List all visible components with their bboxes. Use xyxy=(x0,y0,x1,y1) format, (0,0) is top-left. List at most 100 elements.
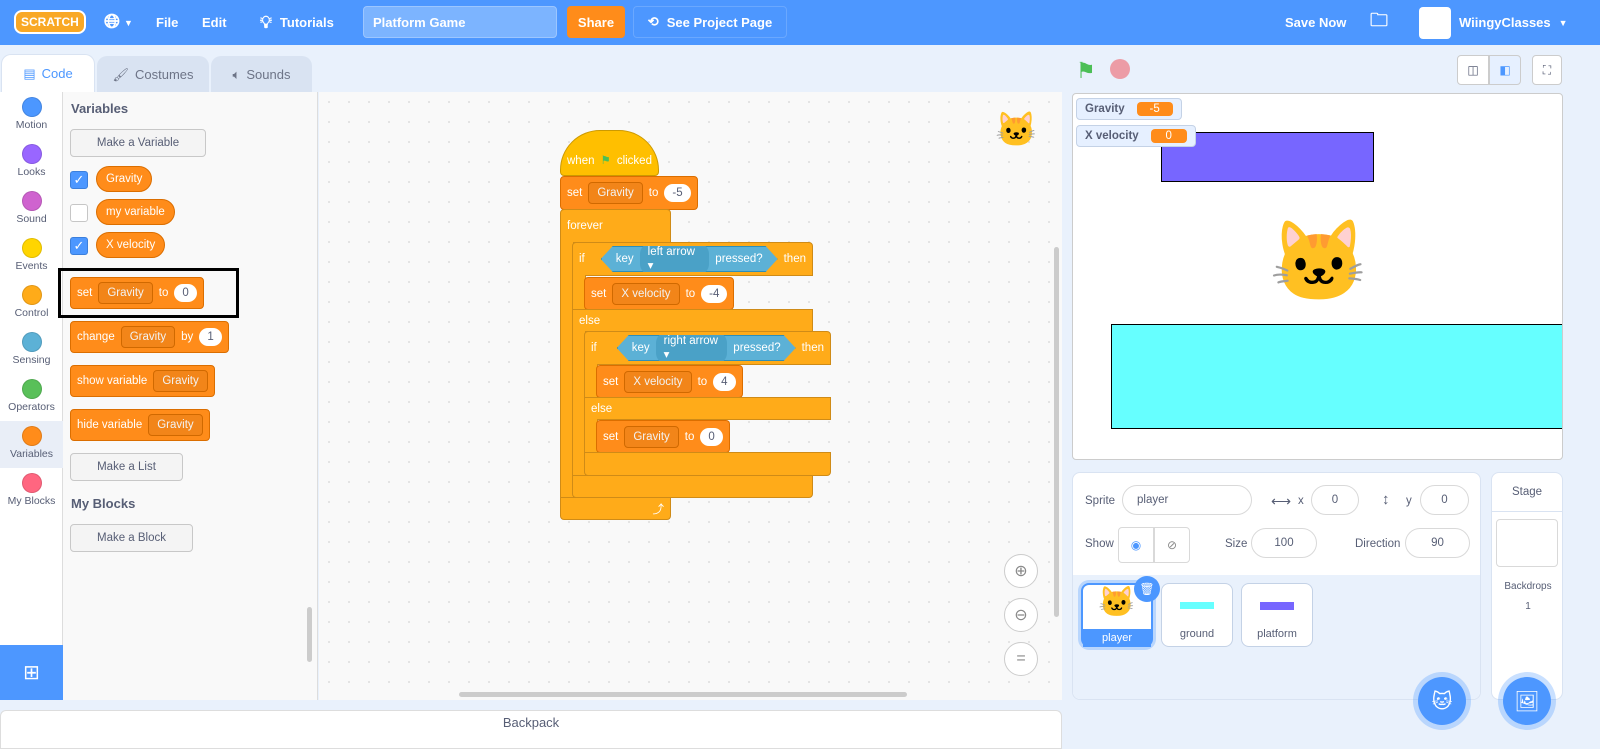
scratch-logo[interactable]: SCRATCH xyxy=(14,10,86,34)
if-else-block[interactable]: if key right arrow ▾ pressed? then xyxy=(584,331,831,365)
variable-my-variable[interactable]: my variable xyxy=(96,199,175,225)
category-looks[interactable]: Looks xyxy=(0,139,63,186)
size-input[interactable]: 100 xyxy=(1251,528,1317,558)
forever-block[interactable]: forever xyxy=(560,209,671,243)
choose-backdrop-button[interactable]: 🖼︎ xyxy=(1503,677,1551,725)
value-input[interactable]: 4 xyxy=(713,372,736,391)
stage-pane[interactable]: Stage Backdrops 1 xyxy=(1491,472,1563,700)
set-gravity-block[interactable]: set Gravity to 0 xyxy=(596,420,730,453)
delete-sprite-button[interactable]: 🗑︎ xyxy=(1134,576,1160,602)
fullscreen-button[interactable]: ⛶ xyxy=(1532,55,1562,85)
category-motion[interactable]: Motion xyxy=(0,92,63,139)
x-velocity-checkbox[interactable]: ✓ xyxy=(70,237,88,255)
variable-x-velocity[interactable]: X velocity xyxy=(96,232,166,258)
stop-button[interactable] xyxy=(1110,59,1130,79)
small-stage-button[interactable]: ◫ xyxy=(1457,55,1489,85)
variable-gravity[interactable]: Gravity xyxy=(96,166,153,192)
make-list-button[interactable]: Make a List xyxy=(70,453,183,481)
make-block-button[interactable]: Make a Block xyxy=(70,524,193,552)
variable-dropdown[interactable]: X velocity xyxy=(624,370,692,393)
variable-dropdown[interactable]: Gravity xyxy=(98,282,153,304)
value-input[interactable]: -5 xyxy=(664,184,691,202)
x-input[interactable]: 0 xyxy=(1311,485,1359,515)
block-text: forever xyxy=(567,220,603,232)
edit-menu[interactable]: Edit xyxy=(202,0,227,45)
gravity-checkbox[interactable]: ✓ xyxy=(70,171,88,189)
tutorials-button[interactable]: 💡︎ Tutorials xyxy=(260,0,334,45)
key-dropdown[interactable]: right arrow ▾ xyxy=(656,332,728,364)
else-arm: else xyxy=(572,309,813,332)
set-x-velocity-block[interactable]: set X velocity to 4 xyxy=(596,365,743,398)
variable-dropdown[interactable]: Gravity xyxy=(588,182,643,204)
category-sound[interactable]: Sound xyxy=(0,186,63,233)
category-dot-icon xyxy=(21,97,42,117)
vertical-scrollbar[interactable] xyxy=(1054,247,1059,617)
direction-input[interactable]: 90 xyxy=(1405,528,1470,558)
variable-dropdown[interactable]: Gravity xyxy=(120,326,176,348)
set-gravity-block[interactable]: set Gravity to -5 xyxy=(560,176,698,210)
show-sprite-button[interactable]: ◉ xyxy=(1118,527,1154,563)
key-pressed-block[interactable]: key right arrow ▾ pressed? xyxy=(617,335,796,361)
value-input[interactable]: 1 xyxy=(199,328,222,346)
category-my-blocks[interactable]: My Blocks xyxy=(0,468,63,515)
backpack[interactable]: Backpack xyxy=(0,710,1062,749)
value-input[interactable]: 0 xyxy=(174,284,197,302)
folder-icon[interactable]: 🗀 xyxy=(1370,0,1388,45)
value-input[interactable]: 0 xyxy=(700,427,723,446)
sprite-thumb-ground[interactable]: ground xyxy=(1161,583,1233,647)
backdrop-thumbnail[interactable] xyxy=(1496,519,1558,567)
category-control[interactable]: Control xyxy=(0,280,63,327)
category-variables[interactable]: Variables xyxy=(0,421,63,468)
if-else-block[interactable]: if key left arrow ▾ pressed? then xyxy=(572,242,813,276)
eye-icon: ◉ xyxy=(1130,538,1142,552)
sprite-thumb-platform[interactable]: platform xyxy=(1241,583,1313,647)
horizontal-scrollbar[interactable] xyxy=(459,692,907,697)
zoom-reset-button[interactable]: = xyxy=(1004,642,1038,676)
tab-code[interactable]: ▤ Code xyxy=(1,54,95,92)
player-sprite[interactable]: 🐱 xyxy=(1269,222,1369,302)
hide-variable-block[interactable]: hide variable Gravity xyxy=(70,409,210,441)
choose-sprite-button[interactable]: 🐱︎ xyxy=(1418,677,1466,725)
change-variable-block[interactable]: change Gravity by 1 xyxy=(70,321,229,353)
set-x-velocity-block[interactable]: set X velocity to -4 xyxy=(584,277,735,310)
category-sensing[interactable]: Sensing xyxy=(0,327,63,374)
stage-canvas[interactable]: 🐱 Gravity -5 X velocity 0 xyxy=(1072,93,1563,460)
share-button[interactable]: Share xyxy=(567,6,625,38)
key-dropdown[interactable]: left arrow ▾ xyxy=(640,243,710,275)
add-extension-button[interactable]: ⊞ xyxy=(0,645,63,700)
y-label: y xyxy=(1406,495,1412,507)
save-now-button[interactable]: Save Now xyxy=(1285,0,1346,45)
variable-dropdown[interactable]: Gravity xyxy=(148,414,203,436)
zoom-out-button[interactable]: ⊖ xyxy=(1004,598,1038,632)
make-variable-button[interactable]: Make a Variable xyxy=(70,129,206,157)
key-pressed-block[interactable]: key left arrow ▾ pressed? xyxy=(601,246,778,272)
tab-costumes[interactable]: 🖌︎ Costumes xyxy=(97,56,209,92)
show-variable-block[interactable]: show variable Gravity xyxy=(70,365,215,397)
zoom-in-button[interactable]: ⊕ xyxy=(1004,554,1038,588)
project-title-input[interactable] xyxy=(363,6,557,38)
palette-scrollbar[interactable] xyxy=(307,607,312,662)
category-operators[interactable]: Operators xyxy=(0,374,63,421)
my-variable-checkbox[interactable] xyxy=(70,204,88,222)
avatar xyxy=(1419,6,1451,39)
category-label: Events xyxy=(15,260,48,272)
file-menu[interactable]: File xyxy=(156,0,178,45)
green-flag-button[interactable]: ⚑ xyxy=(1076,58,1096,84)
hide-sprite-button[interactable]: ⊘ xyxy=(1154,527,1190,563)
account-menu[interactable]: WiingyClasses ▼ xyxy=(1419,0,1568,45)
category-events[interactable]: Events xyxy=(0,233,63,280)
value-input[interactable]: -4 xyxy=(701,284,728,303)
variable-dropdown[interactable]: Gravity xyxy=(624,425,679,448)
tab-sounds[interactable]: 🔈︎ Sounds xyxy=(211,56,312,92)
sprite-name-input[interactable] xyxy=(1122,485,1252,515)
monitor-gravity[interactable]: Gravity -5 xyxy=(1076,98,1182,120)
see-project-page-button[interactable]: ⟲ See Project Page xyxy=(633,6,787,38)
large-stage-button[interactable]: ◧ xyxy=(1489,55,1521,85)
variable-dropdown[interactable]: Gravity xyxy=(153,370,208,392)
variable-dropdown[interactable]: X velocity xyxy=(612,282,680,305)
language-menu[interactable]: 🌐︎ ▼ xyxy=(104,0,133,45)
ground-sprite[interactable] xyxy=(1111,324,1562,429)
set-variable-block[interactable]: set Gravity to 0 xyxy=(70,277,204,309)
monitor-x-velocity[interactable]: X velocity 0 xyxy=(1076,125,1196,147)
y-input[interactable]: 0 xyxy=(1420,485,1469,515)
